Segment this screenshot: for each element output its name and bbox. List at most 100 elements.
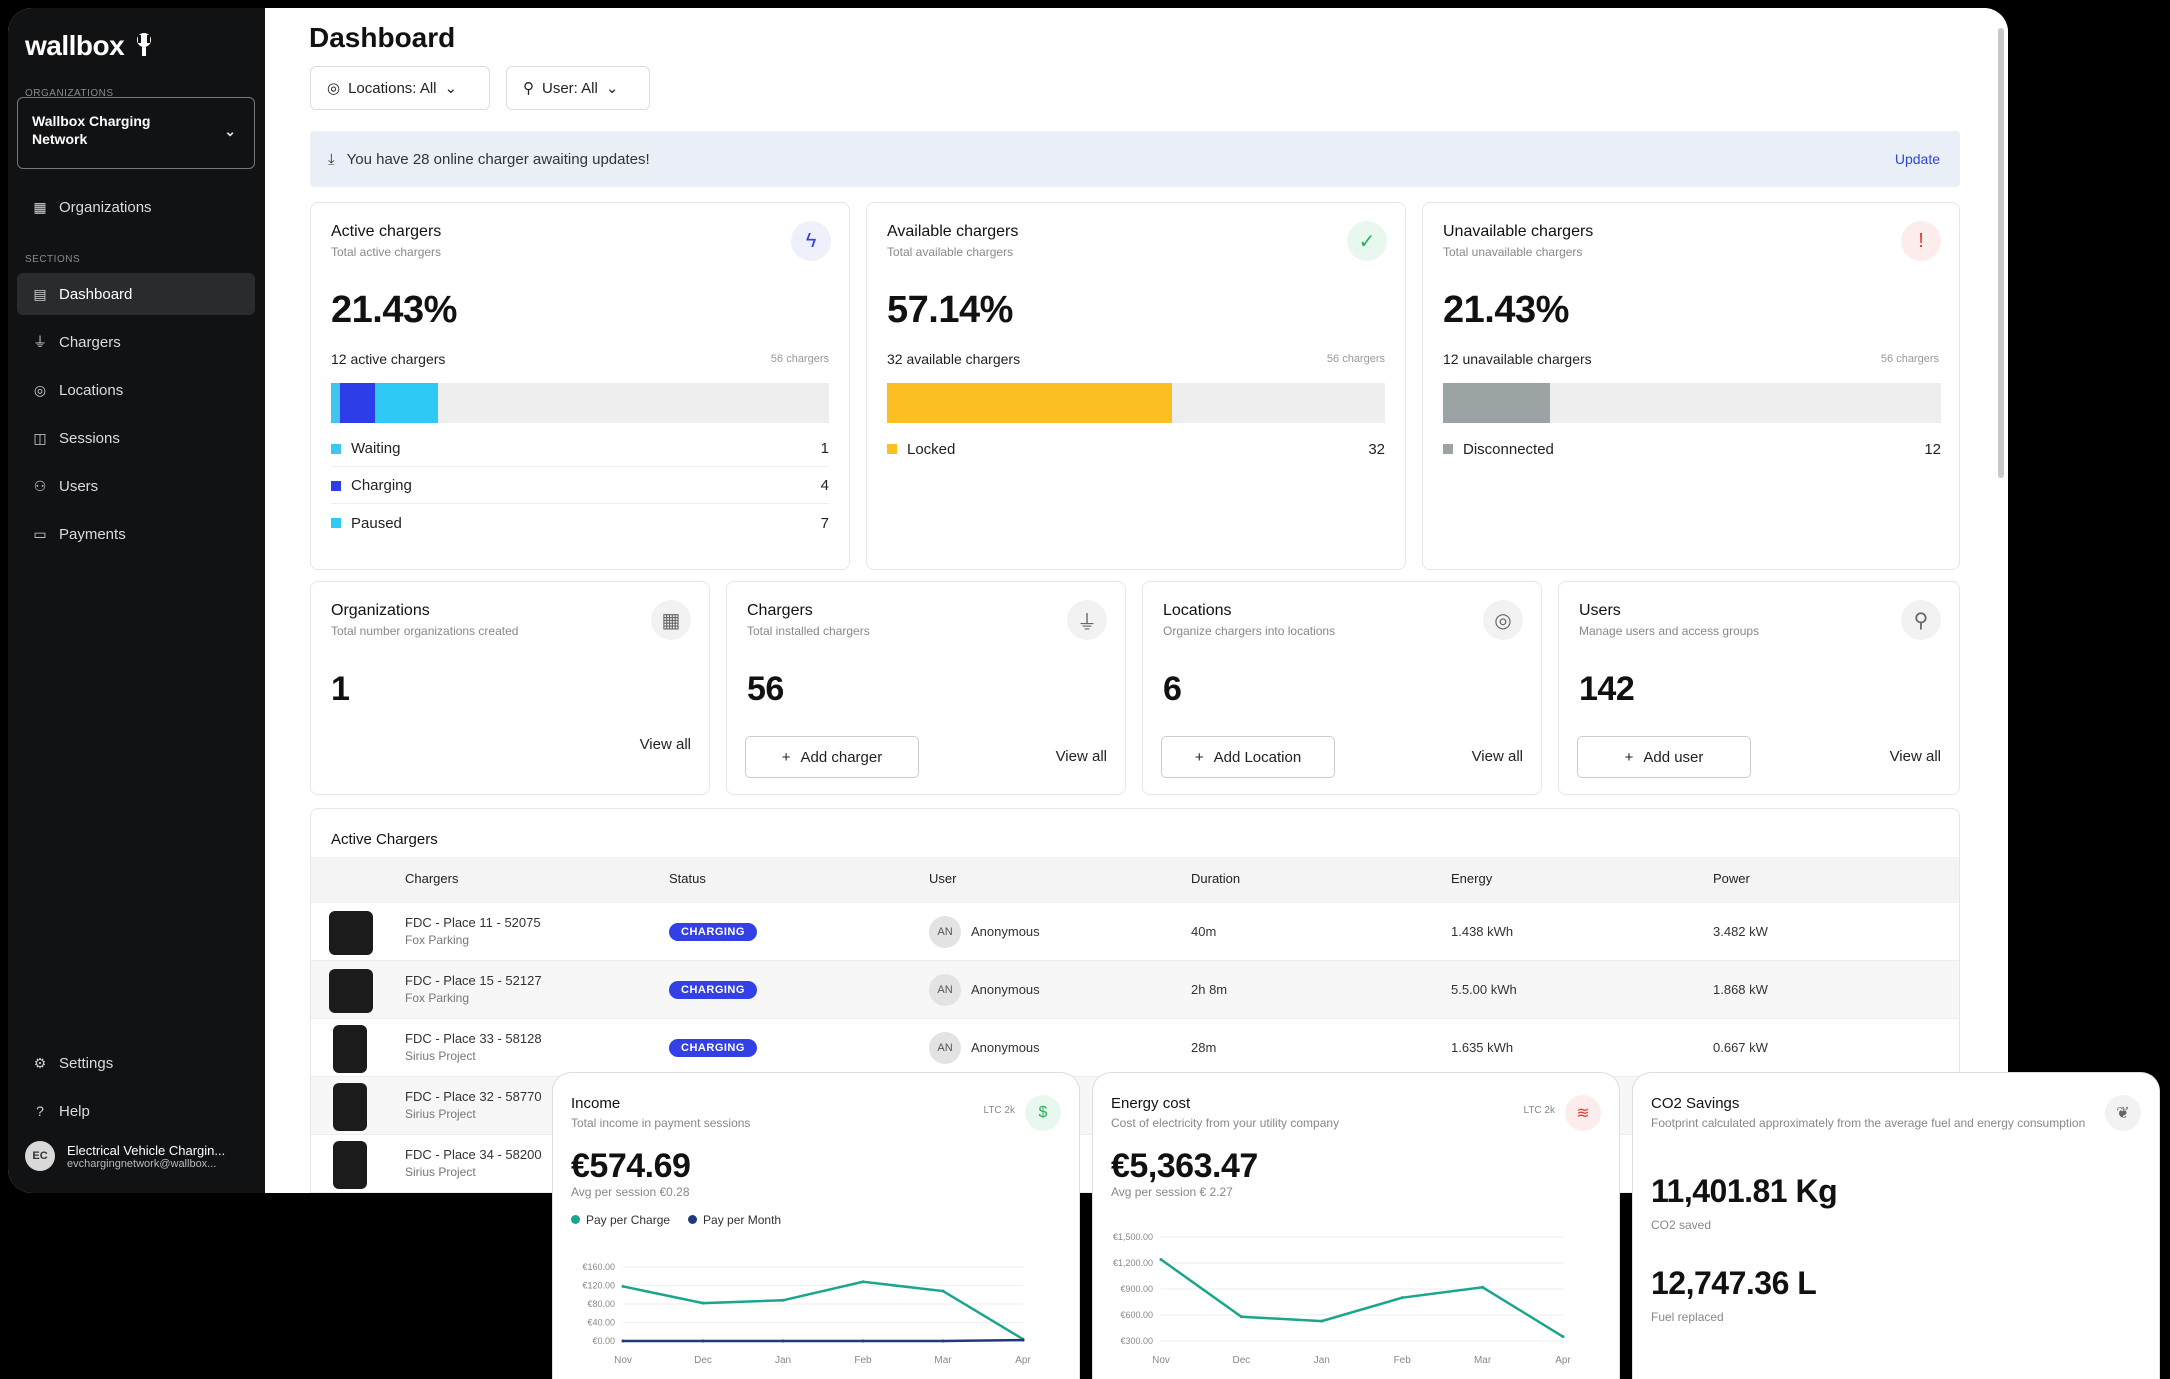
table-row[interactable]: FDC - Place 11 - 52075 Fox Parking CHARG… [311, 903, 1959, 961]
legend-item: Disconnected 12 [1443, 431, 1941, 467]
organization-selector[interactable]: Wallbox Charging Network ⌄ [17, 97, 255, 169]
add-charger-button[interactable]: + Add charger [745, 736, 919, 778]
user-filter[interactable]: ⚲ User: All ⌄ [506, 66, 650, 110]
update-link[interactable]: Update [1895, 151, 1940, 167]
leaf-icon: ❦ [2105, 1095, 2141, 1131]
card-title: Chargers [747, 602, 813, 619]
user-name: Anonymous [971, 1040, 1040, 1055]
main-content: Dashboard ◎ Locations: All ⌄ ⚲ User: All… [265, 8, 2008, 1193]
legend-swatch [331, 443, 341, 454]
user-profile[interactable]: EC Electrical Vehicle Chargin... evcharg… [25, 1141, 225, 1171]
card-subtitle: Total number organizations created [331, 624, 519, 638]
location-pin-icon: ◎ [33, 381, 47, 398]
sidebar-item-label: Dashboard [59, 285, 133, 303]
legend-label: Pay per Month [703, 1213, 782, 1227]
income-avg: Avg per session €0.28 [571, 1185, 690, 1199]
update-banner: ⤓ You have 28 online charger awaiting up… [310, 131, 1960, 187]
data-point [621, 1284, 625, 1288]
scrollbar[interactable] [1998, 28, 2004, 478]
fuel-replaced-label: Fuel replaced [1651, 1310, 1724, 1324]
charger-location: Sirius Project [405, 1107, 476, 1121]
legend-label: Charging [351, 477, 412, 494]
add-location-button[interactable]: + Add Location [1161, 736, 1335, 778]
legend-swatch [331, 518, 341, 528]
card-title: Locations [1163, 602, 1232, 619]
y-tick-label: €1,200.00 [1113, 1258, 1153, 1268]
legend-label: Pay per Charge [586, 1213, 671, 1227]
charger-location: Fox Parking [405, 933, 470, 947]
co2-saved-label: CO2 saved [1651, 1218, 1712, 1232]
card-value: 142 [1579, 670, 1635, 708]
sidebar-item-label: Sessions [59, 429, 120, 447]
user-icon: ⚲ [523, 80, 534, 97]
sidebar-item-sessions[interactable]: ◫ Sessions [17, 417, 255, 459]
sidebar-item-users[interactable]: ⚇ Users [17, 465, 255, 507]
location-pin-icon: ◎ [1483, 600, 1523, 640]
view-all-link[interactable]: View all [1890, 748, 1941, 765]
card-value: 56 [747, 670, 784, 708]
data-point [781, 1298, 785, 1302]
view-all-link[interactable]: View all [1056, 748, 1107, 765]
button-label: Add charger [800, 748, 883, 766]
x-tick-label: Feb [1394, 1355, 1412, 1366]
legend-count: 1 [820, 440, 829, 457]
locations-filter[interactable]: ◎ Locations: All ⌄ [310, 66, 490, 110]
table-title: Active Chargers [331, 831, 438, 848]
duration: 28m [1191, 1040, 1217, 1055]
sidebar-item-payments[interactable]: ▭ Payments [17, 513, 255, 555]
org-name-line2: Network [32, 131, 88, 147]
bar-segment [339, 383, 376, 423]
income-value: €574.69 [571, 1147, 691, 1185]
progress-bar [1443, 383, 1941, 423]
charger-name: FDC - Place 34 - 58200 [405, 1147, 542, 1162]
duration: 2h 8m [1191, 982, 1228, 997]
user-icon: ⚲ [1901, 600, 1941, 640]
chevron-down-icon: ⌄ [224, 123, 236, 139]
x-tick-label: Dec [1233, 1355, 1251, 1366]
avatar: AN [929, 1032, 961, 1064]
card-value: 6 [1163, 670, 1182, 708]
data-point [701, 1339, 705, 1343]
card-value: 21.43% [331, 289, 457, 331]
user-email: evchargingnetwork@wallbox... [67, 1157, 217, 1170]
energy: 5.5.00 kWh [1451, 982, 1517, 997]
legend-item: Paused 7 [331, 505, 829, 541]
y-tick-label: €120.00 [582, 1281, 615, 1291]
table-row[interactable]: FDC - Place 33 - 58128 Sirius Project CH… [311, 1019, 1959, 1077]
gear-icon: ⚙ [33, 1054, 47, 1071]
sidebar-item-organizations[interactable]: ▦ Organizations [17, 186, 255, 228]
column-header: Chargers [405, 871, 459, 886]
table-row[interactable]: FDC - Place 15 - 52127 Fox Parking CHARG… [311, 961, 1959, 1019]
users-card: Users Manage users and access groups ⚲ 1… [1558, 581, 1960, 795]
sections-caption: SECTIONS [25, 254, 81, 265]
income-card: Income Total income in payment sessions … [553, 1073, 1079, 1379]
user-name: Electrical Vehicle Chargin... [67, 1142, 226, 1158]
card-icon: ▭ [33, 525, 47, 542]
view-all-link[interactable]: View all [1472, 748, 1523, 765]
data-point [1239, 1315, 1243, 1319]
sidebar-item-locations[interactable]: ◎ Locations [17, 369, 255, 411]
x-tick-label: Nov [614, 1355, 632, 1366]
legend-label: Disconnected [1463, 440, 1554, 458]
x-tick-label: Jan [1314, 1355, 1330, 1366]
view-all-link[interactable]: View all [640, 736, 691, 753]
data-point [621, 1339, 625, 1343]
location-pin-icon: ◎ [327, 80, 341, 97]
sidebar-item-chargers[interactable]: ⏚ Chargers [17, 321, 255, 363]
dashboard-icon: ▤ [33, 285, 47, 302]
y-tick-label: €160.00 [582, 1262, 615, 1272]
avatar: EC [25, 1141, 55, 1171]
chevron-down-icon: ⌄ [444, 80, 458, 97]
wallbox-logo[interactable]: wallbox [25, 30, 154, 62]
card-value: 21.43% [1443, 289, 1569, 331]
building-icon: ▦ [33, 198, 47, 215]
card-value: 1 [331, 670, 350, 708]
charger-image [329, 969, 373, 1013]
sidebar-item-help[interactable]: ? Help [17, 1090, 255, 1132]
add-user-button[interactable]: + Add user [1577, 736, 1751, 778]
sidebar-item-dashboard[interactable]: ▤ Dashboard [17, 273, 255, 315]
download-icon: ⤓ [328, 150, 335, 168]
legend-count: 32 [1368, 440, 1385, 458]
legend-label: Locked [907, 440, 956, 458]
sidebar-item-settings[interactable]: ⚙ Settings [17, 1042, 255, 1084]
